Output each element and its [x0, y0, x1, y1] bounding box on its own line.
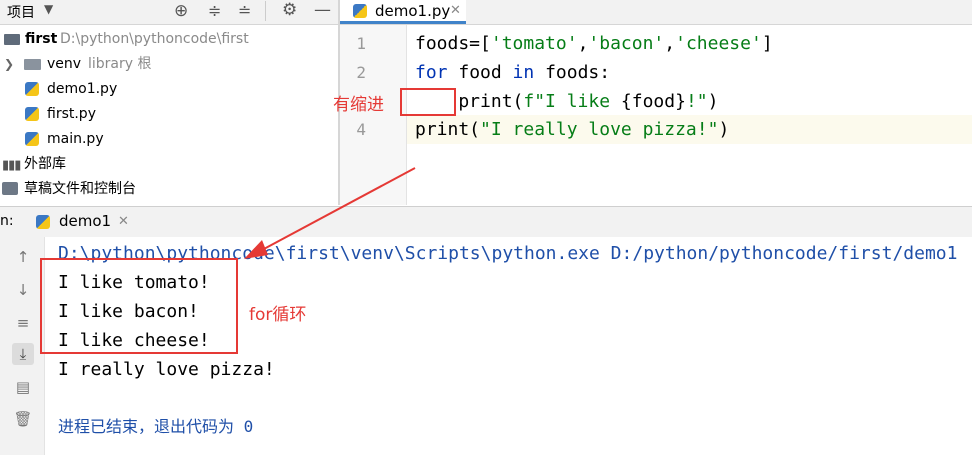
- annotation-arrow: [244, 167, 416, 259]
